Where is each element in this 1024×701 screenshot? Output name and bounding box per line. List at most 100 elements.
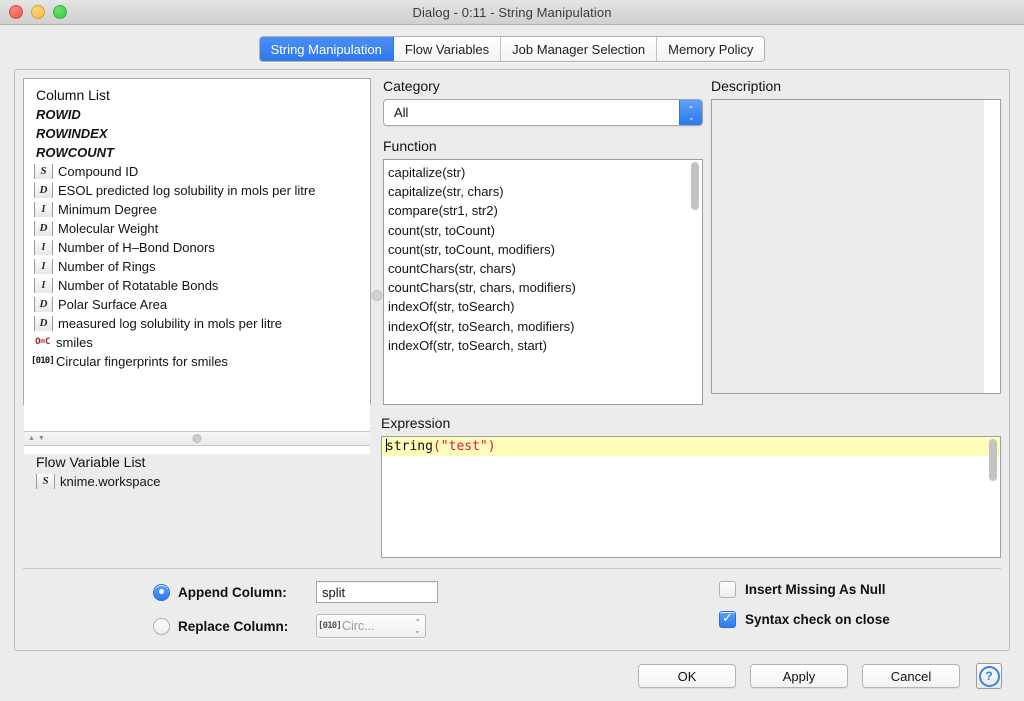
replace-column-dropdown[interactable]: [010] Circ... ⌃ ⌃ (316, 614, 426, 638)
upper-panels: Column List ROWID ROWINDEX ROWCOUNT S Co… (15, 70, 1009, 489)
column-label: Number of H–Bond Donors (58, 240, 215, 255)
description-panel (711, 99, 1001, 394)
list-item[interactable]: I Number of Rotatable Bonds (34, 276, 370, 295)
tab-group: String Manipulation Flow Variables Job M… (258, 36, 766, 62)
function-list-box[interactable]: capitalize(str) capitalize(str, chars) c… (383, 159, 703, 405)
splitter-grip-icon[interactable] (371, 290, 383, 301)
expression-label: Expression (381, 415, 451, 431)
help-button[interactable]: ? (976, 663, 1002, 689)
list-item[interactable]: D Polar Surface Area (34, 295, 370, 314)
splitter-arrows-icon[interactable]: ▲▼ (28, 435, 48, 442)
function-item[interactable]: count(str, toCount, modifiers) (388, 240, 702, 259)
syntax-check-on-close-row[interactable]: Syntax check on close (719, 610, 1001, 628)
expression-scrollbar[interactable] (988, 439, 998, 555)
column-label: Polar Surface Area (58, 297, 168, 312)
function-item[interactable]: capitalize(str, chars) (388, 182, 702, 201)
double-type-icon: D (34, 297, 53, 312)
integer-type-icon: I (34, 278, 53, 293)
column-label: Circular fingerprints for smiles (56, 354, 228, 369)
tab-memory-policy[interactable]: Memory Policy (657, 37, 765, 61)
column-label: Compound ID (58, 164, 139, 179)
horizontal-splitter[interactable]: ▲▼ (24, 431, 370, 446)
column-list-heading: Column List (36, 87, 110, 103)
syntax-check-on-close-checkbox[interactable] (719, 610, 736, 628)
zoom-button-icon[interactable] (53, 5, 67, 19)
double-type-icon: D (34, 183, 53, 198)
append-column-row[interactable]: Append Column: split (153, 581, 713, 603)
tab-flow-variables[interactable]: Flow Variables (393, 37, 502, 61)
expression-line[interactable]: string("test") (382, 437, 1000, 456)
chevron-updown-icon[interactable]: ⌃ ⌃ (414, 619, 421, 635)
column-label: Number of Rings (58, 259, 156, 274)
function-item[interactable]: countChars(str, chars) (388, 259, 702, 278)
tab-job-manager-selection[interactable]: Job Manager Selection (501, 37, 658, 61)
category-label: Category (383, 78, 440, 94)
list-item[interactable]: S Compound ID (34, 162, 370, 181)
list-item[interactable]: I Number of H–Bond Donors (34, 238, 370, 257)
insert-missing-as-null-checkbox[interactable] (719, 581, 736, 598)
cancel-button[interactable]: Cancel (862, 664, 960, 688)
replace-column-value: Circ... (342, 619, 375, 633)
ok-button[interactable]: OK (638, 664, 736, 688)
integer-type-icon: I (34, 240, 53, 255)
apply-button[interactable]: Apply (750, 664, 848, 688)
question-mark-icon: ? (978, 665, 1000, 687)
function-list-scrollbar[interactable] (690, 162, 700, 402)
column-label: Molecular Weight (58, 221, 159, 236)
tab-bar: String Manipulation Flow Variables Job M… (0, 25, 1024, 67)
list-item[interactable]: I Number of Rings (34, 257, 370, 276)
replace-column-row[interactable]: Replace Column: [010] Circ... ⌃ ⌃ (153, 614, 713, 638)
insert-missing-as-null-label: Insert Missing As Null (745, 582, 886, 597)
column-label: ROWINDEX (36, 126, 108, 141)
scrollbar-thumb[interactable] (989, 439, 997, 481)
list-item[interactable]: D measured log solubility in mols per li… (34, 314, 370, 333)
replace-column-radio[interactable] (153, 617, 170, 635)
description-scroll-area (984, 100, 1000, 393)
tab-string-manipulation[interactable]: String Manipulation (259, 37, 394, 61)
dialog-footer: OK Apply Cancel ? (0, 651, 1024, 701)
fingerprint-type-icon: [010] (317, 620, 342, 631)
list-item[interactable]: ROWCOUNT (34, 143, 370, 162)
list-item[interactable]: D Molecular Weight (34, 219, 370, 238)
column-list: Column List ROWID ROWINDEX ROWCOUNT S Co… (24, 79, 370, 371)
options-row: Append Column: split Replace Column: [01… (23, 568, 1001, 650)
list-item[interactable]: ROWID (34, 105, 370, 124)
vertical-splitter[interactable] (371, 78, 383, 405)
replace-column-label: Replace Column: (178, 618, 289, 634)
append-column-input[interactable]: split (316, 581, 438, 603)
function-item[interactable]: indexOf(str, toSearch, start) (388, 336, 702, 355)
category-dropdown[interactable]: All ⌃ ⌃ (383, 99, 703, 126)
close-button-icon[interactable] (9, 5, 23, 19)
double-type-icon: D (34, 221, 53, 236)
list-item[interactable]: ROWINDEX (34, 124, 370, 143)
expression-function-token: string (386, 439, 433, 454)
column-list-scroll[interactable]: Column List ROWID ROWINDEX ROWCOUNT S Co… (24, 79, 370, 431)
function-item[interactable]: indexOf(str, toSearch, modifiers) (388, 317, 702, 336)
function-item[interactable]: capitalize(str) (388, 163, 702, 182)
list-item[interactable]: [010] Circular fingerprints for smiles (31, 352, 370, 371)
window-title: Dialog - 0:11 - String Manipulation (412, 4, 612, 20)
function-label: Function (383, 138, 437, 154)
minimize-button-icon[interactable] (31, 5, 45, 19)
splitter-grip-icon[interactable] (192, 434, 202, 443)
expression-editor[interactable]: string("test") (381, 436, 1001, 558)
title-bar: Dialog - 0:11 - String Manipulation (0, 0, 1024, 25)
list-item[interactable]: D ESOL predicted log solubility in mols … (34, 181, 370, 200)
double-type-icon: D (34, 316, 53, 331)
expression-argument-token: ("test") (432, 439, 496, 454)
list-item[interactable]: O=C smiles (34, 333, 370, 352)
function-item[interactable]: countChars(str, chars, modifiers) (388, 278, 702, 297)
list-item[interactable]: I Minimum Degree (34, 200, 370, 219)
checkbox-options: Insert Missing As Null Syntax check on c… (713, 581, 1001, 638)
insert-missing-as-null-row[interactable]: Insert Missing As Null (719, 581, 1001, 598)
scrollbar-thumb[interactable] (691, 162, 699, 210)
append-column-radio[interactable] (153, 583, 170, 601)
description-content (712, 100, 1000, 108)
column-output-options: Append Column: split Replace Column: [01… (23, 581, 713, 638)
integer-type-icon: I (34, 202, 53, 217)
chevron-updown-icon[interactable]: ⌃ ⌃ (679, 100, 702, 125)
column-label: Minimum Degree (58, 202, 157, 217)
function-item[interactable]: count(str, toCount) (388, 221, 702, 240)
function-item[interactable]: indexOf(str, toSearch) (388, 297, 702, 316)
function-item[interactable]: compare(str1, str2) (388, 201, 702, 220)
